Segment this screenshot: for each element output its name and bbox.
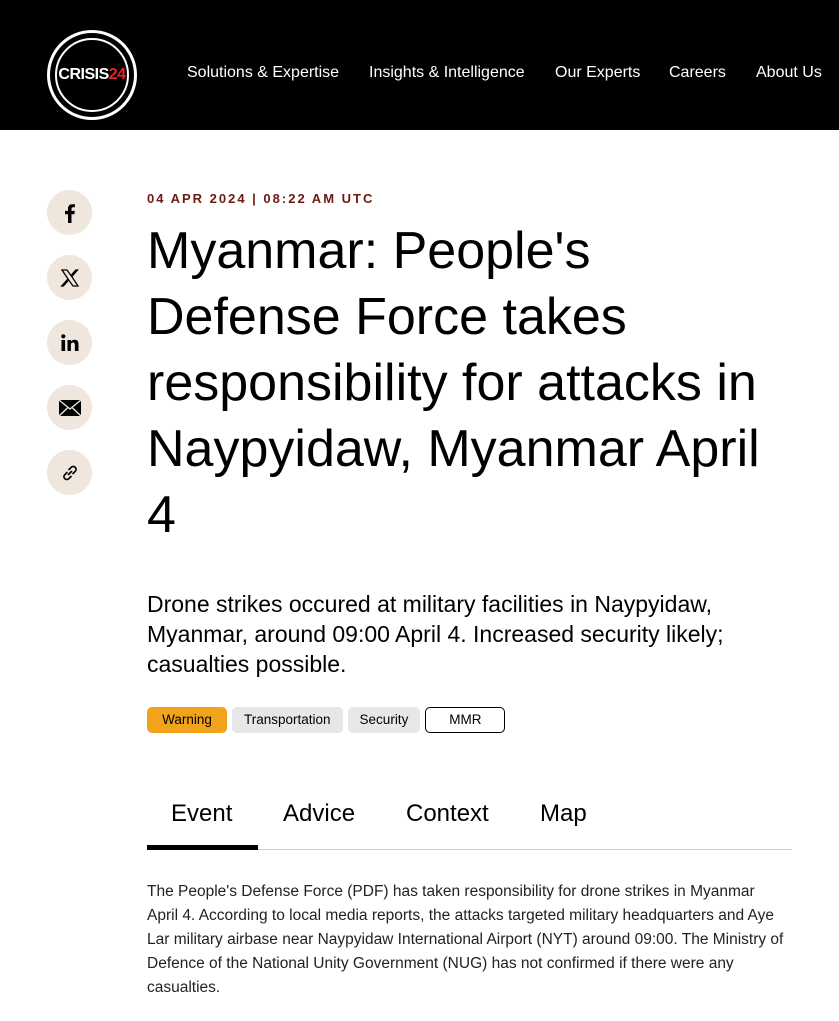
nav-insights-intelligence[interactable]: Insights & Intelligence <box>369 64 525 82</box>
tab-context[interactable]: Context <box>406 800 489 828</box>
copy-link-button[interactable] <box>47 450 92 495</box>
crisis24-logo[interactable]: CRISIS24 <box>47 30 137 120</box>
event-description: The People's Defense Force (PDF) has tak… <box>147 883 784 996</box>
logo-text: CRISIS <box>58 66 109 83</box>
share-email-button[interactable] <box>47 385 92 430</box>
tag-mmr[interactable]: MMR <box>425 707 506 733</box>
link-icon <box>62 465 77 480</box>
nav-about-us[interactable]: About Us <box>756 64 822 82</box>
logo-number: 24 <box>108 66 126 83</box>
email-icon <box>58 398 81 417</box>
tag-warning[interactable]: Warning <box>147 707 227 733</box>
share-facebook-button[interactable] <box>47 190 92 235</box>
nav-our-experts[interactable]: Our Experts <box>555 64 640 82</box>
active-tab-indicator <box>147 845 258 850</box>
site-header: CRISIS24 Solutions & Expertise Insights … <box>0 0 839 130</box>
logo-wordmark: CRISIS24 <box>58 66 126 84</box>
article-summary: Drone strikes occured at military facili… <box>147 591 724 677</box>
tag-transportation[interactable]: Transportation <box>232 707 343 733</box>
tab-event[interactable]: Event <box>171 800 232 828</box>
nav-solutions-expertise[interactable]: Solutions & Expertise <box>187 64 339 82</box>
tag-security[interactable]: Security <box>347 707 421 733</box>
nav-careers[interactable]: Careers <box>669 64 726 82</box>
publish-timestamp: 04 APR 2024 | 08:22 AM UTC <box>147 191 375 206</box>
share-x-button[interactable] <box>47 255 92 300</box>
share-linkedin-button[interactable] <box>47 320 92 365</box>
x-icon <box>59 268 79 287</box>
linkedin-icon <box>60 333 78 351</box>
article-tabs: Event Advice Context Map <box>147 790 792 850</box>
article-title: Myanmar: People's Defense Force takes re… <box>147 222 760 544</box>
tab-map[interactable]: Map <box>540 800 587 828</box>
tab-advice[interactable]: Advice <box>283 800 355 828</box>
facebook-icon <box>64 203 75 223</box>
tag-list: Warning Transportation Security MMR <box>147 707 506 733</box>
